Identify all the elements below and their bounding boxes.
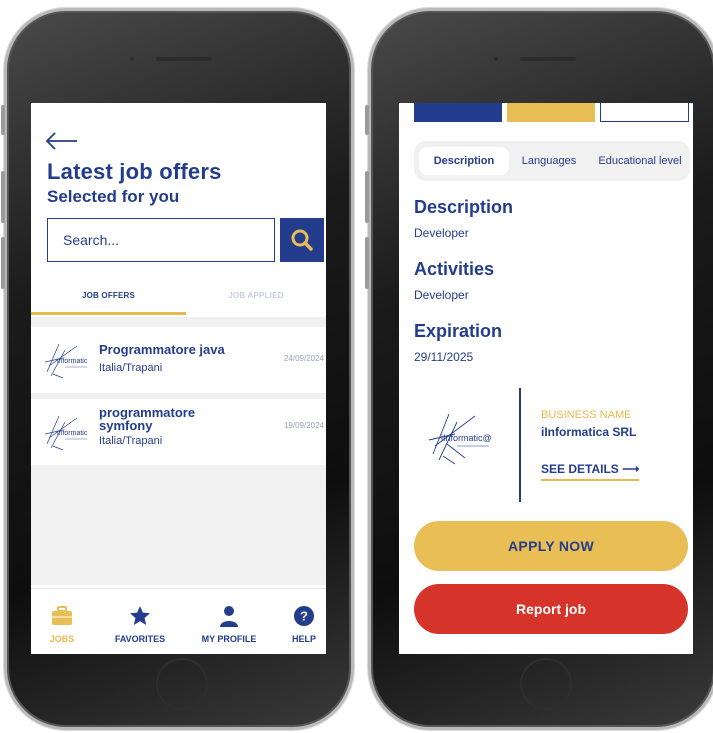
business-logo-icon: iInformatic@	[428, 413, 492, 465]
report-job-button[interactable]: Report job	[414, 584, 688, 634]
phone-camera	[493, 56, 499, 62]
nav-my-profile[interactable]: MY PROFILE	[198, 589, 260, 654]
phone-right: Description Languages Educational level …	[365, 8, 713, 730]
search-input[interactable]	[47, 218, 275, 262]
nav-favorites[interactable]: FAVORITES	[109, 589, 171, 654]
nav-jobs[interactable]: JOBS	[40, 589, 84, 654]
phone-home-button[interactable]	[156, 658, 208, 710]
phone-speaker	[156, 57, 212, 61]
phone-volume-up	[1, 171, 5, 223]
job-title: programmatore symfony	[99, 405, 196, 433]
job-title: Programmatore java	[99, 342, 225, 357]
search-icon	[291, 229, 313, 251]
job-location: Italia/Trapani	[99, 362, 163, 374]
user-icon	[220, 606, 238, 627]
company-logo-icon: informatic	[44, 343, 88, 379]
help-icon: ?	[294, 606, 314, 626]
business-name: iInformatica SRL	[541, 425, 637, 439]
job-list: informatic Programmatore java Italia/Tra…	[31, 317, 326, 585]
job-location: Italia/Trapani	[99, 435, 163, 447]
arrow-right-icon: ⟶	[622, 462, 640, 476]
section-title-expiration: Expiration	[414, 321, 503, 341]
section-text-expiration: 29/11/2025	[414, 350, 474, 364]
section-text-description: Developer	[414, 226, 469, 240]
page-subtitle: Selected for you	[47, 187, 180, 206]
star-icon	[130, 606, 150, 625]
phone-speaker	[520, 57, 576, 61]
see-details-link[interactable]: SEE DETAILS ⟶	[541, 462, 640, 481]
job-card-1[interactable]: informatic Programmatore java Italia/Tra…	[31, 327, 326, 393]
top-action-yellow[interactable]	[507, 103, 595, 122]
top-action-outline[interactable]	[600, 103, 689, 122]
job-card-2[interactable]: informatic programmatore symfony Italia/…	[31, 399, 326, 465]
phone-volume-down	[1, 237, 5, 289]
page-title: Latest job offers	[47, 159, 222, 184]
nav-label: JOBS	[49, 634, 75, 644]
phone-volume-up	[365, 171, 369, 223]
phone-mute-switch	[365, 105, 369, 135]
briefcase-icon	[52, 606, 72, 625]
phone-home-button[interactable]	[520, 658, 572, 710]
tab-educational-level[interactable]: Educational level	[592, 147, 688, 175]
job-date: 19/09/2024	[283, 421, 324, 430]
nav-label: MY PROFILE	[201, 634, 257, 644]
job-date: 24/09/2024	[283, 354, 324, 363]
business-logo-text: iInformatic@	[441, 433, 492, 443]
svg-text:?: ?	[300, 609, 308, 624]
nav-label: HELP	[291, 634, 316, 644]
company-logo-text: informatic	[57, 358, 88, 365]
search-button[interactable]	[280, 218, 324, 262]
tab-job-offers[interactable]: JOB OFFERS	[31, 285, 186, 315]
back-arrow-icon[interactable]	[45, 131, 79, 151]
detail-tabs: Description Languages Educational level	[414, 141, 690, 181]
tab-description[interactable]: Description	[419, 147, 509, 175]
job-list-screen: Latest job offers Selected for you JOB O…	[31, 103, 326, 654]
tab-languages[interactable]: Languages	[514, 147, 584, 175]
section-title-activities: Activities	[414, 259, 495, 279]
apply-now-button[interactable]: APPLY NOW	[414, 521, 688, 571]
phone-volume-down	[365, 237, 369, 289]
top-action-blue[interactable]	[414, 103, 502, 122]
nav-label: FAVORITES	[114, 634, 166, 644]
see-details-label: SEE DETAILS	[541, 462, 619, 476]
job-detail-screen: Description Languages Educational level …	[399, 103, 693, 654]
business-divider	[519, 388, 521, 502]
section-title-description: Description	[414, 197, 514, 217]
company-logo-text: informatic	[57, 430, 88, 437]
company-logo-icon: informatic	[44, 415, 88, 451]
nav-help[interactable]: ? HELP	[286, 589, 322, 654]
phone-left: Latest job offers Selected for you JOB O…	[1, 8, 354, 730]
business-name-label: BUSINESS NAME	[541, 409, 632, 421]
section-text-activities: Developer	[414, 288, 469, 302]
job-tabs: JOB OFFERS JOB APPLIED	[31, 285, 326, 315]
phone-mute-switch	[1, 105, 5, 135]
tab-job-applied[interactable]: JOB APPLIED	[186, 285, 326, 315]
phone-camera	[129, 56, 135, 62]
bottom-nav: JOBS FAVORITES MY PROFILE ? HELP	[31, 588, 326, 654]
